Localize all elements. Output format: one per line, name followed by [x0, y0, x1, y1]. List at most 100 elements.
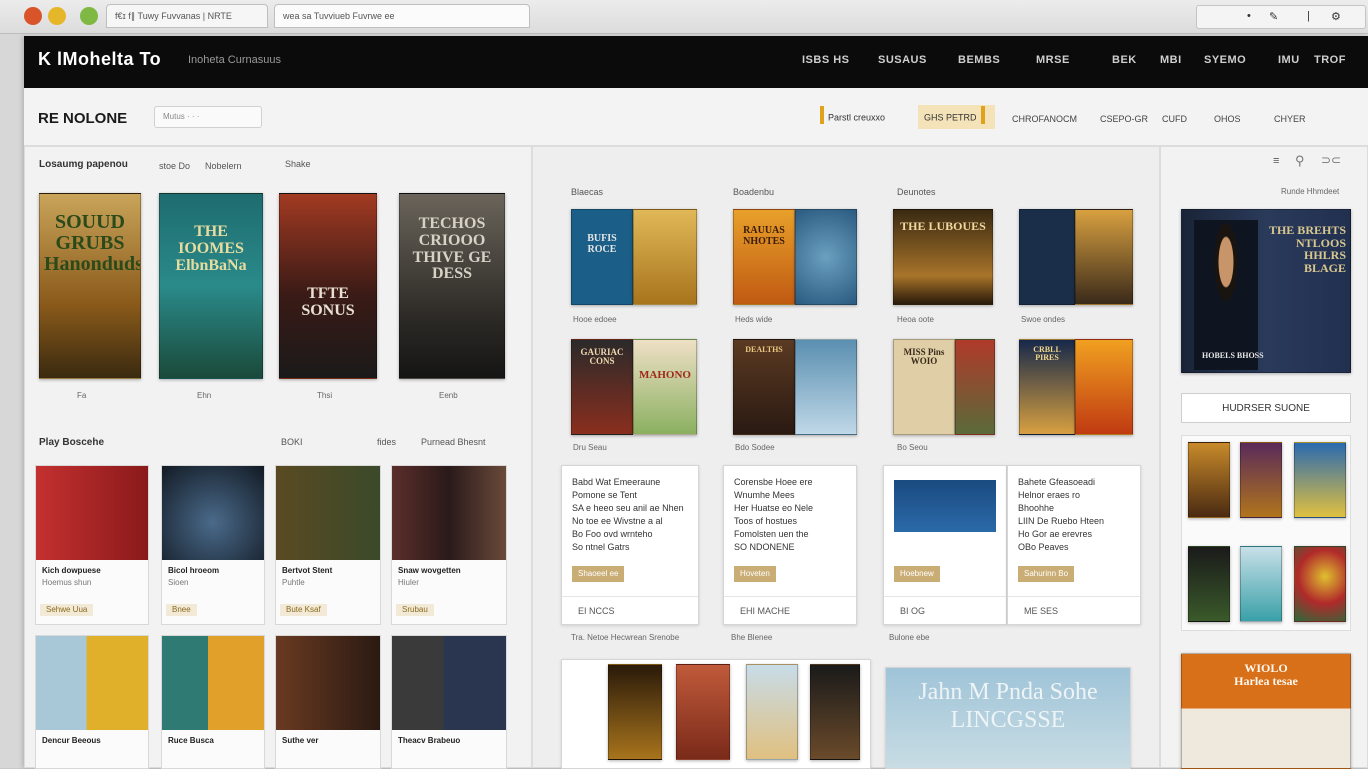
nav-item[interactable]: BEMBS [958, 54, 1000, 66]
book-thumb[interactable] [1294, 442, 1346, 518]
promo-button[interactable]: Hoebnew [894, 566, 940, 582]
search-icon[interactable]: ⚲ [1295, 153, 1305, 169]
book-cover[interactable]: BUFIS ROCE [571, 209, 633, 305]
book-title: CRBLL PIRES [1033, 345, 1061, 363]
book-cover[interactable] [795, 339, 857, 435]
book-card[interactable]: Dencur Beeous [35, 635, 149, 769]
book-cover[interactable] [810, 664, 860, 760]
promo-card[interactable]: Hoebnew BI OG [883, 465, 1007, 625]
dot-icon[interactable]: • [1247, 10, 1251, 22]
book-cover[interactable]: MISS Pins WOIO [893, 339, 955, 435]
filter-link[interactable]: CHYER [1274, 114, 1306, 124]
promo-button[interactable]: Sahurinn Bo [1018, 566, 1075, 582]
search-input[interactable]: Mutus · · · [154, 106, 262, 128]
filter-button-active[interactable]: GHS PETRD [918, 105, 995, 129]
book-image [162, 636, 264, 730]
book-cover[interactable] [1019, 209, 1075, 305]
book-title: Ruce Busca [168, 736, 214, 745]
book-cover[interactable] [1075, 209, 1133, 305]
filter-link[interactable]: OHOS [1214, 114, 1241, 124]
promo-card[interactable]: Corensbe Hoee ere Wnumhe Mees Her Huatse… [723, 465, 857, 625]
book-title: THE IOOMES ElbnBaNa [175, 223, 247, 274]
book-cover[interactable] [633, 209, 697, 305]
book-cover[interactable]: SOUUD GRUBS Hanondudsd [39, 193, 141, 379]
featured-book[interactable]: THE BREHTS NTLOOS HHLRS BLAGE HOBELS BHO… [1181, 209, 1351, 373]
banner[interactable]: Jahn M Pnda Sohe LINCGSSE [885, 667, 1131, 769]
promo-card[interactable]: Bahete Gfeasoeadi Helnor eraes ro Bhoohh… [1007, 465, 1141, 625]
section-heading: Losaumg papenou [39, 159, 128, 170]
browser-tab[interactable]: f€ɪ f∥ Tuwy Fuvvanas | NRTE [106, 4, 268, 28]
book-title: Suthe ver [282, 736, 319, 745]
promo-card[interactable]: Babd Wat Emeeraune Pomone se Tent SA e h… [561, 465, 699, 625]
book-card[interactable]: Ruce Busca [161, 635, 265, 769]
right-panel: ≡ ⚲ ⊃⊂ Runde Hhmdeet THE BREHTS NTLOOS H… [1160, 146, 1368, 769]
section-filter[interactable]: stoe Do [159, 161, 190, 171]
nav-item[interactable]: IMU [1278, 54, 1300, 66]
promo-button[interactable]: Shaoeel ee [572, 566, 625, 582]
book-card[interactable]: Bertvot Stent Puhtle Bute Ksaf [275, 465, 381, 625]
nav-item[interactable]: ISBS HS [802, 54, 850, 66]
book-thumb[interactable] [1188, 442, 1230, 518]
section-filter[interactable]: BOKI [281, 437, 303, 447]
nav-item[interactable]: SUSAUS [878, 54, 927, 66]
browser-tab[interactable]: wea sa Tuvviueb Fuvrwe ee [274, 4, 530, 28]
browse-button[interactable]: HUDRSER SUONE [1181, 393, 1351, 423]
filter-button[interactable]: Parstl creuxxo [814, 105, 891, 129]
nav-item[interactable]: MBI [1160, 54, 1182, 66]
book-caption: Swoe ondes [1021, 315, 1066, 324]
book-cover[interactable]: MAHONO [633, 339, 697, 435]
book-image [36, 636, 148, 730]
book-thumb[interactable] [1240, 442, 1282, 518]
book-cover[interactable] [955, 339, 995, 435]
section-filter[interactable]: fides [377, 437, 396, 447]
book-cover[interactable]: GAURIAC CONS [571, 339, 633, 435]
book-cover[interactable]: RAUUAS NHOTES [733, 209, 795, 305]
book-cover[interactable] [1075, 339, 1133, 435]
brand-logo[interactable]: K lMohelta To [38, 49, 161, 70]
book-cover[interactable]: TECHOS CRIOOO THIVE GE DESS [399, 193, 505, 379]
filter-link[interactable]: CSEPO-GR [1100, 114, 1148, 124]
book-cover[interactable]: THE LUBOUES [893, 209, 993, 305]
window-minimize-dot[interactable] [48, 7, 66, 25]
section-filter[interactable]: Shake [285, 159, 311, 169]
book-thumb[interactable] [1240, 546, 1282, 622]
book-cover[interactable] [676, 664, 730, 760]
book-cover[interactable] [746, 664, 798, 760]
promo-footer: EI NCCS [562, 596, 698, 626]
book-title: Snaw wovgetten [398, 566, 461, 575]
promo-text: Corensbe Hoee ere Wnumhe Mees Her Huatse… [734, 477, 814, 552]
section-filter[interactable]: Purnead Bhesnt [421, 437, 486, 447]
promo-button[interactable]: Hoveten [734, 566, 776, 582]
book-cover[interactable]: WIOLO Harlea tesae [1181, 653, 1351, 769]
book-card[interactable]: Snaw wovgetten Hiuler Srubau [391, 465, 507, 625]
book-card[interactable]: Suthe ver [275, 635, 381, 769]
nav-item[interactable]: MRSE [1036, 54, 1070, 66]
window-close-dot[interactable] [24, 7, 42, 25]
section-filter[interactable]: Nobelern [205, 161, 242, 171]
book-cover[interactable] [795, 209, 857, 305]
book-cover[interactable]: CRBLL PIRES [1019, 339, 1075, 435]
book-thumb[interactable] [1294, 546, 1346, 622]
pen-icon[interactable]: ✎ [1269, 10, 1278, 23]
menu-icon[interactable]: ≡ [1273, 155, 1279, 167]
price-badge: Sehwe Uua [40, 604, 94, 616]
price-badge: Srubau [396, 604, 434, 616]
extension-icon[interactable]: ⚙ [1331, 10, 1341, 23]
nav-item[interactable]: BEK [1112, 54, 1137, 66]
nav-item[interactable]: SYEMO [1204, 54, 1246, 66]
book-card[interactable]: Kich dowpuese Hoemus shun Sehwe Uua [35, 465, 149, 625]
filter-link[interactable]: CUFD [1162, 114, 1187, 124]
compare-icon[interactable]: ⊃⊂ [1321, 153, 1341, 167]
book-thumb[interactable] [1188, 546, 1230, 622]
promo-text: Babd Wat Emeeraune Pomone se Tent SA e h… [572, 477, 684, 552]
book-cover[interactable]: TFTE SONUS [279, 193, 377, 379]
book-cover[interactable] [608, 664, 662, 760]
book-cover[interactable]: DEALTHS [733, 339, 795, 435]
filter-link[interactable]: CHROFANOCM [1012, 114, 1077, 124]
book-caption: Bdo Sodee [735, 443, 775, 452]
book-cover[interactable]: THE IOOMES ElbnBaNa [159, 193, 263, 379]
nav-item[interactable]: TROF [1314, 54, 1346, 66]
book-card[interactable]: Theacv Brabeuo [391, 635, 507, 769]
book-card[interactable]: Bicol hroeom Sioen Bnee [161, 465, 265, 625]
window-zoom-dot[interactable] [80, 7, 98, 25]
